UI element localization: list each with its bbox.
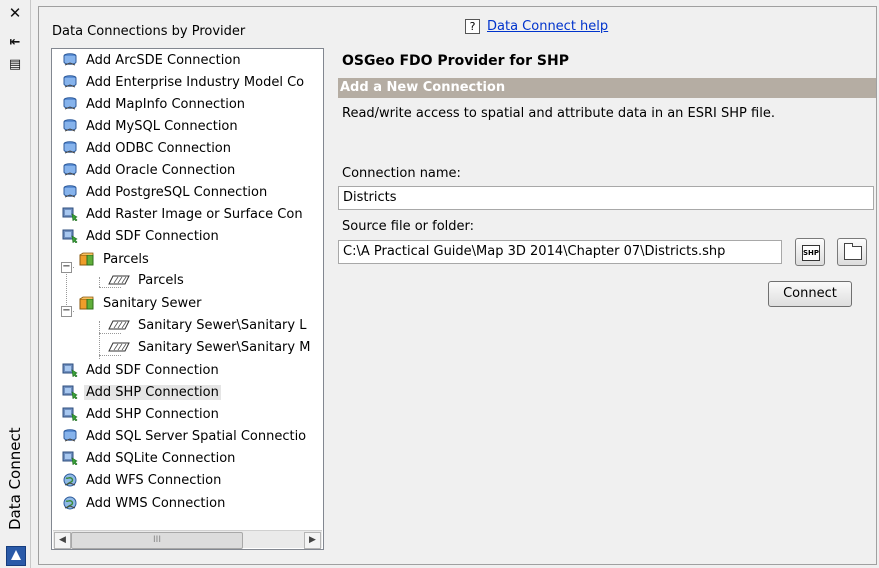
tree-item-label: Parcels: [138, 273, 184, 288]
database-icon: [62, 162, 84, 178]
autodesk-logo-icon: [6, 546, 26, 566]
tree-item[interactable]: Add SQLite Connection: [62, 449, 237, 469]
tree-item-label: Add SQL Server Spatial Connectio: [86, 429, 307, 444]
tree-item-label: Sanitary Sewer: [103, 296, 202, 311]
tree-item-label: Sanitary Sewer\Sanitary L: [138, 318, 307, 333]
database-icon: [62, 74, 84, 90]
palette-side-strip: ✕ ⇤ ▤ Data Connect: [0, 0, 31, 568]
tree-item-label: Add PostgreSQL Connection: [86, 185, 268, 200]
collapse-toggle[interactable]: −: [61, 262, 72, 273]
tree-item[interactable]: Add ArcSDE Connection: [62, 51, 243, 71]
auto-hide-icon[interactable]: ⇤: [7, 36, 23, 50]
tree-item-label: Add MapInfo Connection: [86, 97, 246, 112]
tree-connector-line: [99, 321, 100, 359]
tree-item[interactable]: Sanitary Sewer\Sanitary M: [108, 338, 312, 358]
feature-source-icon: [79, 252, 101, 267]
tree-item-label: Add SDF Connection: [86, 229, 219, 244]
tree-item-label: Parcels: [103, 252, 149, 267]
raster-icon: [62, 385, 84, 400]
tree-item[interactable]: Add SHP Connection: [62, 383, 221, 403]
tree-item[interactable]: Add Enterprise Industry Model Co: [62, 73, 306, 93]
source-file-label: Source file or folder:: [342, 219, 475, 234]
database-icon: [62, 96, 84, 112]
feature-class-icon: [108, 273, 136, 288]
tree-item-label: Add Enterprise Industry Model Co: [86, 75, 305, 90]
database-icon: [62, 140, 84, 156]
connect-button[interactable]: Connect: [768, 281, 852, 307]
raster-icon: [62, 229, 84, 244]
source-file-input[interactable]: C:\A Practical Guide\Map 3D 2014\Chapter…: [338, 240, 782, 264]
provider-title: OSGeo FDO Provider for SHP: [342, 53, 569, 69]
raster-icon: [62, 207, 84, 222]
globe-icon: [62, 496, 84, 511]
tree-item[interactable]: Add SDF Connection: [62, 361, 221, 381]
browse-folder-button[interactable]: [837, 238, 867, 266]
tree-item[interactable]: Add SQL Server Spatial Connectio: [62, 427, 308, 447]
close-icon[interactable]: ✕: [7, 6, 23, 21]
tree-item[interactable]: Add WFS Connection: [62, 471, 223, 491]
tree-item-label: Add Oracle Connection: [86, 163, 236, 178]
raster-icon: [62, 407, 84, 422]
database-icon: [62, 428, 84, 444]
tree-item[interactable]: Add MySQL Connection: [62, 117, 240, 137]
browse-shp-file-button[interactable]: SHP: [795, 238, 825, 266]
tree-item-label: Add SHP Connection: [86, 407, 219, 422]
tree-item-label: Add Raster Image or Surface Con: [86, 207, 303, 222]
shp-file-icon: SHP: [802, 245, 820, 261]
properties-menu-icon[interactable]: ▤: [7, 58, 23, 72]
provider-description: Read/write access to spatial and attribu…: [342, 106, 775, 121]
tree-item[interactable]: Add PostgreSQL Connection: [62, 183, 269, 203]
feature-class-icon: [108, 318, 136, 333]
connection-name-label: Connection name:: [342, 166, 461, 181]
collapse-toggle[interactable]: −: [61, 306, 72, 317]
horizontal-scrollbar[interactable]: ◀ III ▶: [53, 530, 322, 549]
tree-item[interactable]: Add ODBC Connection: [62, 139, 233, 159]
provider-list-title: Data Connections by Provider: [52, 24, 246, 39]
database-icon: [62, 52, 84, 68]
help-icon[interactable]: ?: [465, 19, 480, 34]
scroll-left-button[interactable]: ◀: [54, 532, 71, 549]
tree-item[interactable]: Parcels: [79, 250, 151, 270]
tree-item[interactable]: Add SDF Connection: [62, 227, 221, 247]
tree-item[interactable]: Add SHP Connection: [62, 405, 221, 425]
scroll-right-button[interactable]: ▶: [304, 532, 321, 549]
tree-item-label: Add SDF Connection: [86, 363, 219, 378]
help-link-area: ? Data Connect help: [465, 19, 608, 34]
connection-name-input[interactable]: Districts: [338, 186, 874, 210]
tree-item-label: Sanitary Sewer\Sanitary M: [138, 340, 311, 355]
tree-item-label: Add SQLite Connection: [86, 451, 236, 466]
feature-source-icon: [79, 296, 101, 311]
tree-item[interactable]: Sanitary Sewer\Sanitary L: [108, 316, 308, 336]
provider-tree[interactable]: − − ◀ III ▶ Add ArcSDE Connection Add Ent…: [51, 48, 324, 550]
raster-icon: [62, 451, 84, 466]
database-icon: [62, 184, 84, 200]
tree-item[interactable]: Parcels: [108, 271, 186, 291]
data-connect-help-link[interactable]: Data Connect help: [487, 19, 608, 34]
tree-item-label: Add MySQL Connection: [86, 119, 238, 134]
scroll-thumb[interactable]: III: [71, 532, 243, 549]
tree-item[interactable]: Add MapInfo Connection: [62, 95, 247, 115]
tree-connector-line: [99, 277, 100, 287]
tree-item[interactable]: Sanitary Sewer: [79, 294, 204, 314]
tree-item-label: Add WMS Connection: [86, 496, 226, 511]
database-icon: [62, 118, 84, 134]
tree-item[interactable]: Add Raster Image or Surface Con: [62, 205, 305, 225]
section-header: Add a New Connection: [338, 78, 876, 98]
globe-icon: [62, 473, 84, 488]
tree-item[interactable]: Add WMS Connection: [62, 494, 227, 514]
raster-icon: [62, 363, 84, 378]
tree-item-label: Add SHP Connection: [84, 385, 221, 400]
tree-item-label: Add ArcSDE Connection: [86, 53, 241, 68]
tree-item[interactable]: Add Oracle Connection: [62, 161, 237, 181]
tree-item-label: Add ODBC Connection: [86, 141, 231, 156]
folder-icon: [844, 243, 862, 260]
tree-item-label: Add WFS Connection: [86, 473, 222, 488]
feature-class-icon: [108, 340, 136, 355]
